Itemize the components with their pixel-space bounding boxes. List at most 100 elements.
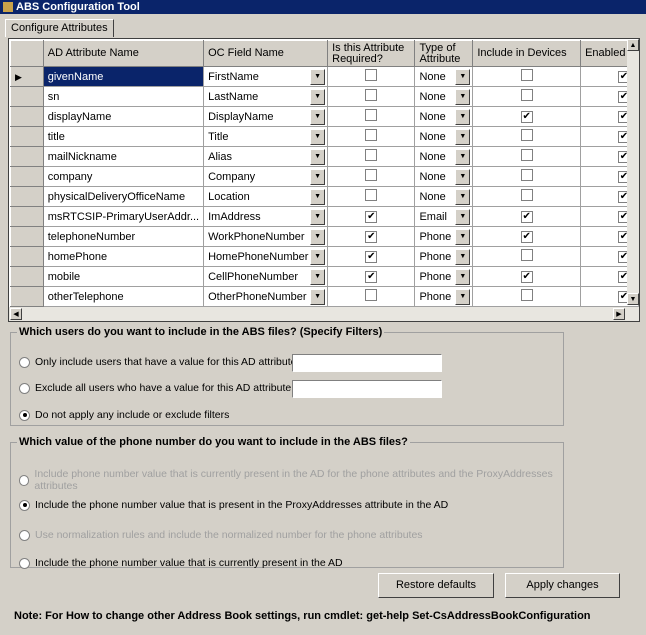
include-attribute-input[interactable] xyxy=(292,354,442,372)
horizontal-scrollbar[interactable]: ◀ ▶ xyxy=(9,307,639,321)
chevron-down-icon[interactable]: ▼ xyxy=(310,89,326,105)
chevron-down-icon[interactable]: ▼ xyxy=(455,89,471,105)
required-checkbox[interactable] xyxy=(365,149,378,161)
chevron-down-icon[interactable]: ▼ xyxy=(455,249,471,265)
type-dropdown[interactable]: Phone ▼ xyxy=(414,246,474,267)
exclude-attribute-input[interactable] xyxy=(292,380,442,398)
radio-icon[interactable] xyxy=(19,499,30,511)
required-checkbox[interactable] xyxy=(365,69,378,81)
ad-attribute-cell[interactable]: msRTCSIP-PrimaryUserAddr... xyxy=(42,206,205,227)
oc-field-dropdown[interactable]: WorkPhoneNumber ▼ xyxy=(203,226,329,247)
table-row[interactable]: otherTelephone OtherPhoneNumber ▼ Phone ▼ … xyxy=(10,286,639,307)
chevron-down-icon[interactable]: ▼ xyxy=(455,169,471,185)
type-dropdown[interactable]: Phone ▼ xyxy=(414,226,474,247)
table-row[interactable]: mobile CellPhoneNumber ▼ ✔ Phone ▼ ✔ ✔ xyxy=(10,266,639,287)
table-row[interactable]: sn LastName ▼ None ▼ ✔ xyxy=(10,86,639,107)
type-dropdown[interactable]: None ▼ xyxy=(414,186,474,207)
chevron-down-icon[interactable]: ▼ xyxy=(455,269,471,285)
required-checkbox[interactable]: ✔ xyxy=(365,231,378,243)
row-header[interactable]: ▶ xyxy=(10,66,44,87)
chevron-down-icon[interactable]: ▼ xyxy=(310,169,326,185)
oc-field-dropdown[interactable]: CellPhoneNumber ▼ xyxy=(203,266,329,287)
chevron-down-icon[interactable]: ▼ xyxy=(310,249,326,265)
ad-attribute-cell[interactable]: mailNickname xyxy=(42,146,205,167)
header-type[interactable]: Type of Attribute xyxy=(414,40,474,67)
table-row[interactable]: displayName DisplayName ▼ None ▼ ✔ ✔ xyxy=(10,106,639,127)
row-header[interactable] xyxy=(10,106,44,127)
header-include-devices[interactable]: Include in Devices xyxy=(472,40,582,67)
chevron-down-icon[interactable]: ▼ xyxy=(455,189,471,205)
type-dropdown[interactable]: None ▼ xyxy=(414,106,474,127)
required-checkbox[interactable]: ✔ xyxy=(365,251,378,263)
chevron-down-icon[interactable]: ▼ xyxy=(455,129,471,145)
type-dropdown[interactable]: Phone ▼ xyxy=(414,266,474,287)
table-row[interactable]: company Company ▼ None ▼ ✔ xyxy=(10,166,639,187)
radio-no-filter[interactable]: Do not apply any include or exclude filt… xyxy=(19,409,229,421)
header-ad-attribute[interactable]: AD Attribute Name xyxy=(42,40,205,67)
chevron-down-icon[interactable]: ▼ xyxy=(310,109,326,125)
chevron-down-icon[interactable]: ▼ xyxy=(455,209,471,225)
type-dropdown[interactable]: None ▼ xyxy=(414,166,474,187)
ad-attribute-cell[interactable]: company xyxy=(42,166,205,187)
radio-icon[interactable] xyxy=(19,409,30,421)
radio-phone-ad-and-proxy[interactable]: Include phone number value that is curre… xyxy=(19,468,563,492)
chevron-down-icon[interactable]: ▼ xyxy=(310,289,326,305)
type-dropdown[interactable]: None ▼ xyxy=(414,66,474,87)
chevron-down-icon[interactable]: ▼ xyxy=(455,149,471,165)
ad-attribute-cell[interactable]: mobile xyxy=(42,266,205,287)
oc-field-dropdown[interactable]: Alias ▼ xyxy=(203,146,329,167)
table-row[interactable]: msRTCSIP-PrimaryUserAddr... ImAddress ▼ ✔… xyxy=(10,206,639,227)
radio-icon[interactable] xyxy=(19,382,30,394)
vertical-scrollbar[interactable]: ▲ ▼ xyxy=(627,39,639,305)
oc-field-dropdown[interactable]: Location ▼ xyxy=(203,186,329,207)
include-devices-checkbox[interactable] xyxy=(520,249,533,261)
row-header[interactable] xyxy=(10,206,44,227)
include-devices-checkbox[interactable]: ✔ xyxy=(520,111,533,123)
chevron-down-icon[interactable]: ▼ xyxy=(455,229,471,245)
radio-phone-normalized[interactable]: Use normalization rules and include the … xyxy=(19,529,423,541)
include-devices-checkbox[interactable] xyxy=(520,189,533,201)
row-header[interactable] xyxy=(10,226,44,247)
row-header[interactable] xyxy=(10,286,44,307)
oc-field-dropdown[interactable]: Title ▼ xyxy=(203,126,329,147)
include-devices-checkbox[interactable] xyxy=(520,149,533,161)
oc-field-dropdown[interactable]: LastName ▼ xyxy=(203,86,329,107)
oc-field-dropdown[interactable]: DisplayName ▼ xyxy=(203,106,329,127)
required-checkbox[interactable] xyxy=(365,109,378,121)
required-checkbox[interactable] xyxy=(365,89,378,101)
required-checkbox[interactable] xyxy=(365,169,378,181)
include-devices-checkbox[interactable] xyxy=(520,89,533,101)
ad-attribute-cell[interactable]: telephoneNumber xyxy=(42,226,205,247)
table-row[interactable]: mailNickname Alias ▼ None ▼ ✔ xyxy=(10,146,639,167)
scroll-up-button[interactable]: ▲ xyxy=(627,39,639,51)
radio-icon[interactable] xyxy=(19,529,30,541)
required-checkbox[interactable] xyxy=(365,289,378,301)
include-devices-checkbox[interactable] xyxy=(520,169,533,181)
oc-field-dropdown[interactable]: FirstName ▼ xyxy=(203,66,329,87)
required-checkbox[interactable] xyxy=(365,129,378,141)
type-dropdown[interactable]: None ▼ xyxy=(414,126,474,147)
row-header[interactable] xyxy=(10,266,44,287)
chevron-down-icon[interactable]: ▼ xyxy=(310,149,326,165)
type-dropdown[interactable]: None ▼ xyxy=(414,86,474,107)
chevron-down-icon[interactable]: ▼ xyxy=(310,229,326,245)
restore-defaults-button[interactable]: Restore defaults xyxy=(378,573,494,598)
row-header[interactable] xyxy=(10,126,44,147)
chevron-down-icon[interactable]: ▼ xyxy=(455,289,471,305)
include-devices-checkbox[interactable]: ✔ xyxy=(520,271,533,283)
chevron-down-icon[interactable]: ▼ xyxy=(310,269,326,285)
type-dropdown[interactable]: None ▼ xyxy=(414,146,474,167)
include-devices-checkbox[interactable] xyxy=(520,289,533,301)
chevron-down-icon[interactable]: ▼ xyxy=(310,209,326,225)
radio-icon[interactable] xyxy=(19,474,30,486)
required-checkbox[interactable]: ✔ xyxy=(365,211,378,223)
oc-field-dropdown[interactable]: ImAddress ▼ xyxy=(203,206,329,227)
radio-only-include[interactable]: Only include users that have a value for… xyxy=(19,356,299,368)
header-required[interactable]: Is this Attribute Required? xyxy=(327,40,416,67)
chevron-down-icon[interactable]: ▼ xyxy=(310,69,326,85)
row-header[interactable] xyxy=(10,186,44,207)
oc-field-dropdown[interactable]: HomePhoneNumber ▼ xyxy=(203,246,329,267)
scroll-right-button[interactable]: ▶ xyxy=(613,308,625,320)
chevron-down-icon[interactable]: ▼ xyxy=(455,109,471,125)
ad-attribute-cell[interactable]: sn xyxy=(42,86,205,107)
